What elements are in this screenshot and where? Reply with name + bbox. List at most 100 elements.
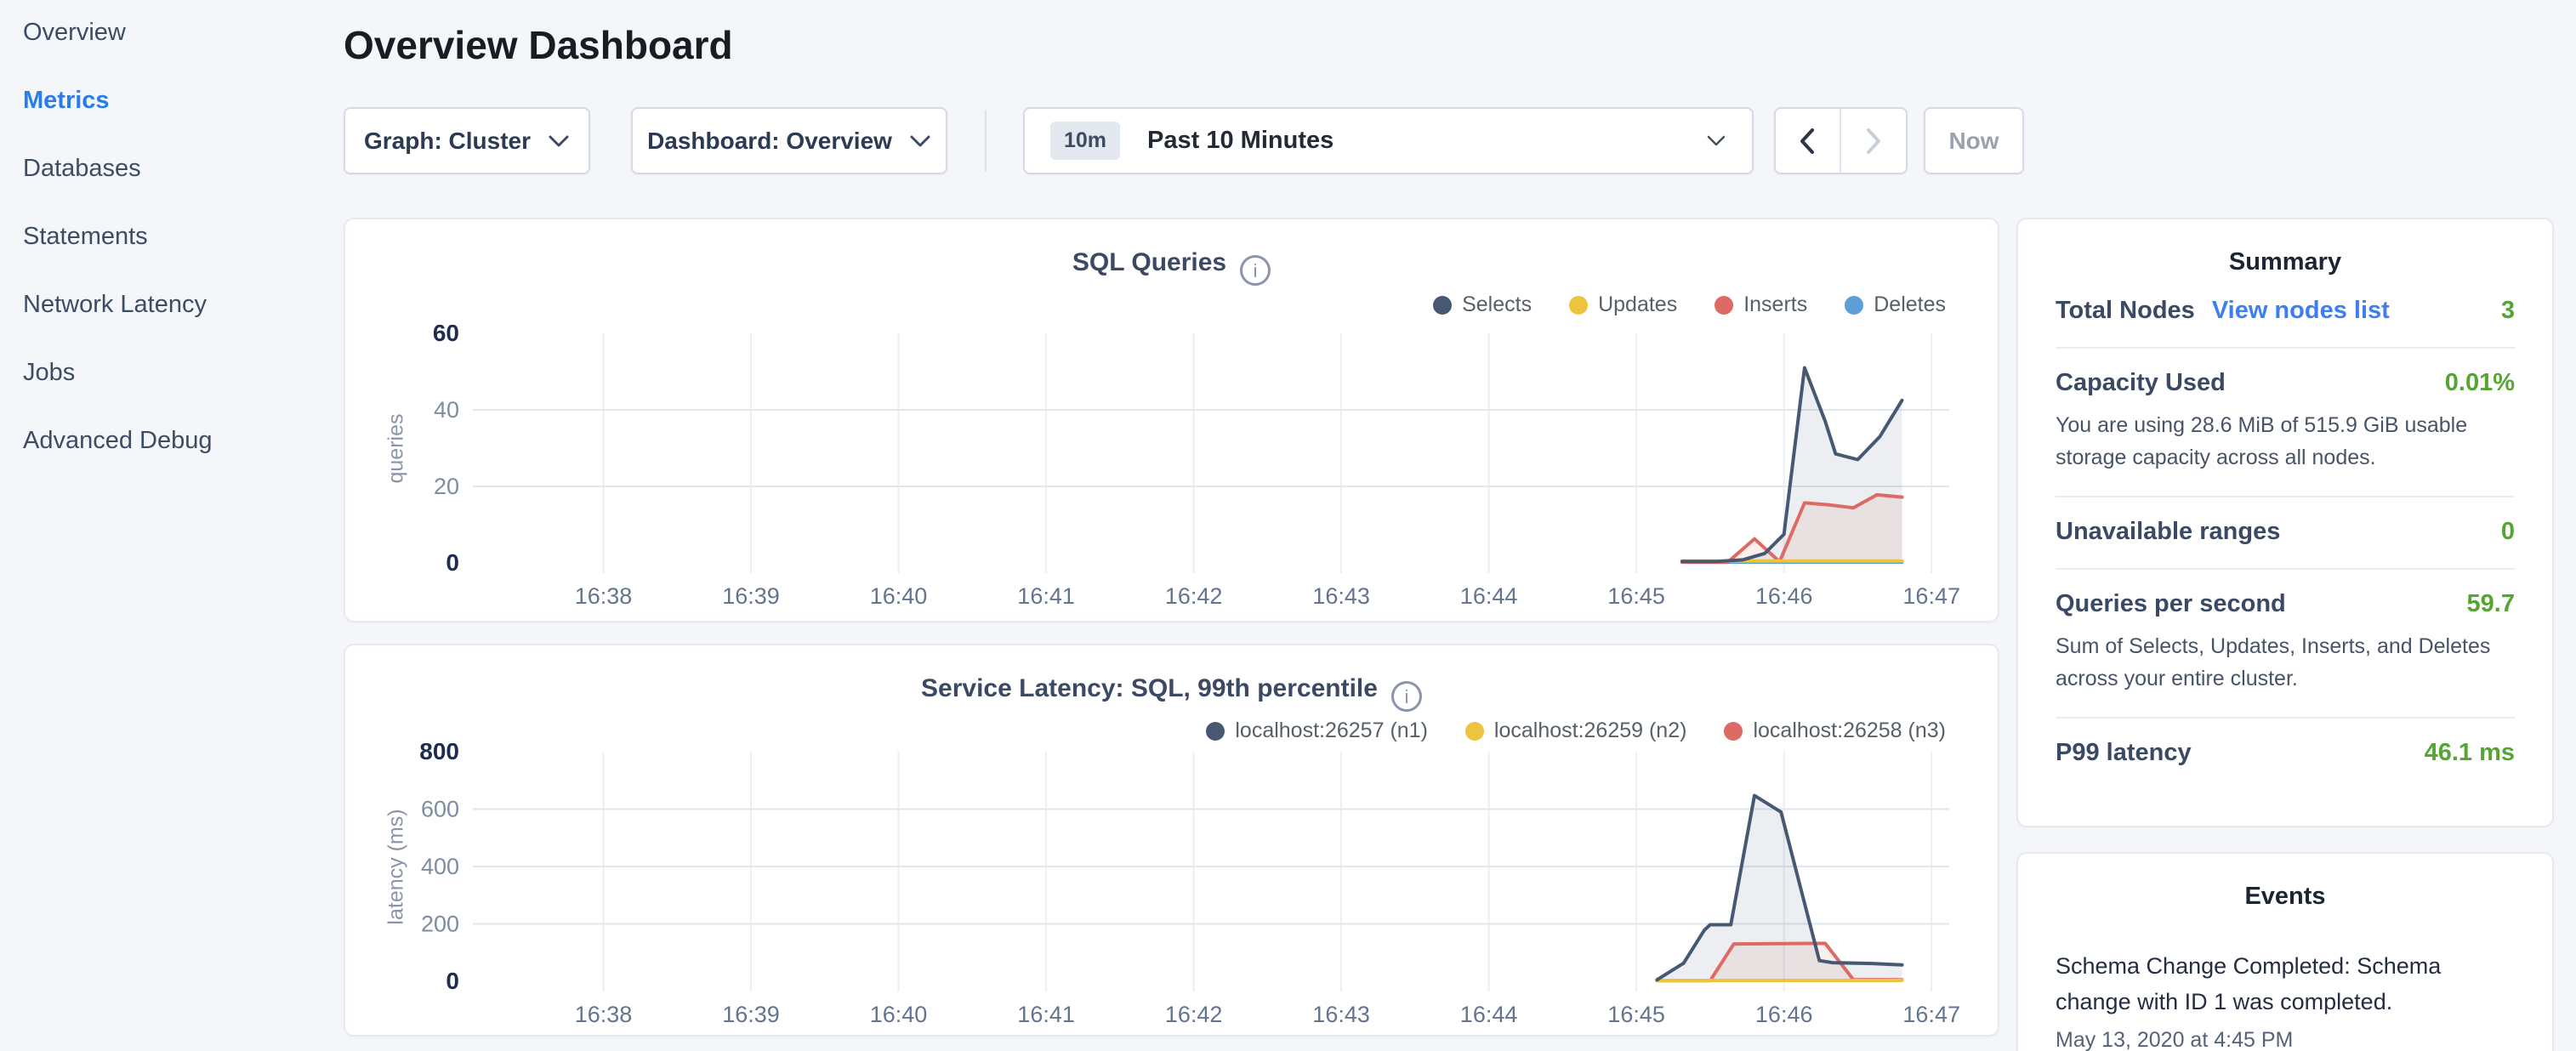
sidebar-item-advanced-debug[interactable]: Advanced Debug — [23, 427, 344, 452]
svg-text:16:45: 16:45 — [1607, 583, 1665, 607]
service-latency-chart-card: Service Latency: SQL, 99th percentile i l… — [344, 644, 1999, 1037]
previous-time-button[interactable] — [1776, 109, 1841, 173]
chevron-left-icon — [1798, 127, 1817, 156]
sidebar-item-databases[interactable]: Databases — [23, 155, 344, 179]
legend-label: Selects — [1462, 293, 1532, 317]
svg-text:16:41: 16:41 — [1017, 583, 1075, 607]
service-latency-plot[interactable]: 16:3816:3916:4016:4116:4216:4316:4416:45… — [396, 743, 1966, 1025]
summary-row: Capacity Used0.01%You are using 28.6 MiB… — [2056, 349, 2515, 497]
svg-text:800: 800 — [419, 743, 459, 764]
legend-item: Updates — [1569, 293, 1677, 317]
info-icon[interactable]: i — [1240, 255, 1271, 286]
svg-text:60: 60 — [433, 325, 459, 346]
svg-text:16:47: 16:47 — [1902, 583, 1960, 607]
svg-text:16:42: 16:42 — [1165, 583, 1223, 607]
svg-text:16:39: 16:39 — [722, 1002, 780, 1025]
summary-row: Total NodesView nodes list3 — [2056, 297, 2515, 349]
svg-text:16:43: 16:43 — [1312, 583, 1370, 607]
legend-dot-icon — [1714, 296, 1733, 315]
svg-text:200: 200 — [421, 912, 459, 937]
legend-item: localhost:26258 (n3) — [1724, 719, 1946, 743]
time-range-label: Past 10 Minutes — [1147, 127, 1333, 155]
info-icon[interactable]: i — [1391, 681, 1422, 712]
legend-item: localhost:26259 (n2) — [1465, 719, 1687, 743]
svg-text:16:40: 16:40 — [870, 583, 928, 607]
legend-label: Inserts — [1743, 293, 1807, 317]
view-nodes-list-link[interactable]: View nodes list — [2212, 297, 2390, 325]
graph-dropdown-label: Graph: Cluster — [364, 128, 531, 155]
chevron-right-icon — [1864, 127, 1883, 156]
svg-text:0: 0 — [446, 549, 459, 576]
chevron-down-icon — [909, 134, 931, 148]
svg-text:16:43: 16:43 — [1312, 1002, 1370, 1025]
svg-text:0: 0 — [446, 968, 459, 994]
legend-item: Inserts — [1714, 293, 1807, 317]
svg-text:20: 20 — [434, 474, 459, 499]
time-range-dropdown[interactable]: 10m Past 10 Minutes — [1023, 107, 1754, 174]
legend-dot-icon — [1724, 722, 1743, 741]
summary-row-label: Unavailable ranges — [2056, 518, 2280, 546]
page-title: Overview Dashboard — [344, 22, 733, 68]
sidebar-item-overview[interactable]: Overview — [23, 19, 344, 43]
svg-text:16:45: 16:45 — [1607, 1002, 1665, 1025]
summary-row-subtext: You are using 28.6 MiB of 515.9 GiB usab… — [2056, 409, 2515, 474]
summary-row-value: 3 — [2501, 297, 2515, 325]
graph-dropdown[interactable]: Graph: Cluster — [344, 107, 590, 174]
summary-row: Queries per second59.7Sum of Selects, Up… — [2056, 570, 2515, 719]
time-range-badge: 10m — [1050, 122, 1120, 160]
legend-dot-icon — [1845, 296, 1863, 315]
summary-row-subtext: Sum of Selects, Updates, Inserts, and De… — [2056, 630, 2515, 695]
time-step-buttons — [1774, 107, 1908, 174]
chevron-down-icon — [1706, 134, 1726, 147]
svg-text:16:44: 16:44 — [1460, 583, 1518, 607]
summary-row-value: 46.1 ms — [2425, 739, 2515, 767]
summary-row-value: 0 — [2501, 518, 2515, 546]
legend-label: localhost:26257 (n1) — [1235, 719, 1428, 743]
summary-title: Summary — [2018, 248, 2552, 276]
svg-text:16:47: 16:47 — [1902, 1002, 1960, 1025]
dashboard-dropdown[interactable]: Dashboard: Overview — [631, 107, 947, 174]
summary-row: Unavailable ranges 0 — [2056, 497, 2515, 570]
svg-text:16:39: 16:39 — [722, 583, 780, 607]
summary-row-label: Capacity Used — [2056, 369, 2226, 397]
events-title: Events — [2018, 883, 2552, 911]
next-time-button[interactable] — [1841, 109, 1907, 173]
sql-queries-title: SQL Queries — [1072, 248, 1226, 276]
controls-row: Graph: Cluster Dashboard: Overview 10m P… — [344, 107, 2024, 174]
dashboard-dropdown-label: Dashboard: Overview — [647, 128, 892, 155]
sidebar-item-jobs[interactable]: Jobs — [23, 359, 344, 383]
legend-dot-icon — [1465, 722, 1484, 741]
sidebar-item-network-latency[interactable]: Network Latency — [23, 291, 344, 315]
controls-divider — [985, 110, 987, 172]
summary-row-label: Queries per second — [2056, 590, 2286, 618]
legend-item: Deletes — [1845, 293, 1946, 317]
legend-item: Selects — [1433, 293, 1532, 317]
service-latency-title: Service Latency: SQL, 99th percentile — [921, 674, 1378, 702]
now-button[interactable]: Now — [1924, 107, 2024, 174]
legend-label: Deletes — [1874, 293, 1946, 317]
sidebar-item-metrics[interactable]: Metrics — [23, 87, 344, 111]
sidebar-item-statements[interactable]: Statements — [23, 223, 344, 247]
chart-title: Service Latency: SQL, 99th percentile i — [345, 674, 1998, 712]
now-button-label: Now — [1948, 128, 1999, 155]
chevron-down-icon — [548, 134, 570, 148]
sql-queries-plot[interactable]: 16:38 16:39 16:40 16:41 16:42 16:43 16:44 16:45… — [396, 325, 1966, 607]
svg-text:16:41: 16:41 — [1017, 1002, 1075, 1025]
svg-text:16:46: 16:46 — [1755, 583, 1813, 607]
event-text: Schema Change Completed: Schema change w… — [2056, 948, 2515, 1020]
sql-queries-legend: Selects Updates Inserts Deletes — [1433, 293, 1946, 317]
svg-text:16:38: 16:38 — [575, 583, 633, 607]
svg-text:16:46: 16:46 — [1755, 1002, 1813, 1025]
event-timestamp: May 13, 2020 at 4:45 PM — [2056, 1028, 2515, 1051]
legend-dot-icon — [1569, 296, 1588, 315]
svg-text:400: 400 — [421, 854, 459, 879]
legend-dot-icon — [1206, 722, 1225, 741]
svg-text:16:42: 16:42 — [1165, 1002, 1223, 1025]
chart-svg[interactable]: 16:38 16:39 16:40 16:41 16:42 16:43 16:44 16:45… — [396, 325, 1966, 607]
service-latency-legend: localhost:26257 (n1) localhost:26259 (n2)… — [1206, 719, 1946, 743]
chart-svg[interactable]: 16:3816:3916:4016:4116:4216:4316:4416:45… — [396, 743, 1966, 1025]
sql-queries-chart-card: SQL Queries i Selects Updates Inserts Delete… — [344, 218, 1999, 622]
svg-text:16:44: 16:44 — [1460, 1002, 1518, 1025]
legend-label: Updates — [1598, 293, 1677, 317]
svg-text:600: 600 — [421, 797, 459, 822]
